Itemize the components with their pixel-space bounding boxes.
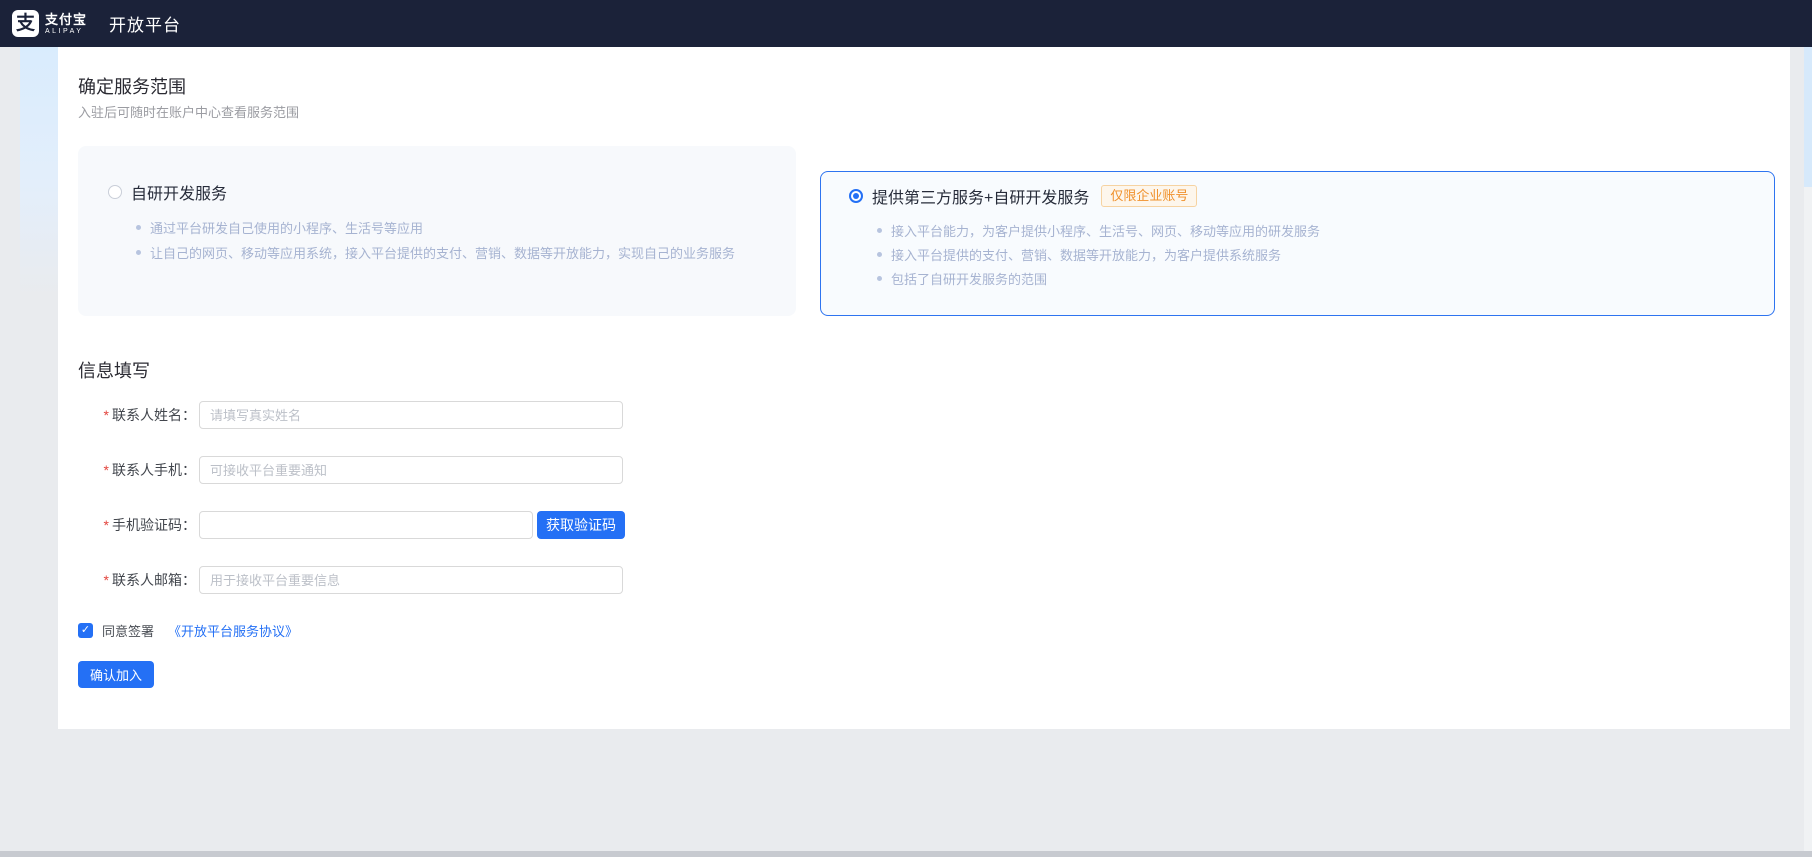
field-label: *联系人姓名： (78, 405, 196, 425)
alipay-logo[interactable]: 支 支付宝 ALIPAY (12, 10, 87, 37)
site-title: 开放平台 (109, 11, 181, 36)
get-sms-code-button[interactable]: 获取验证码 (537, 511, 625, 539)
service-scope-options: 自研开发服务 通过平台研发自己使用的小程序、生活号等应用 让自己的网页、移动等应… (78, 146, 1790, 316)
confirm-join-button[interactable]: 确认加入 (78, 661, 154, 688)
brand-name-cn: 支付宝 (45, 13, 87, 26)
option-bullet: 通过平台研发自己使用的小程序、生活号等应用 (136, 216, 776, 241)
agreement-row: ✓ 同意签署 《开放平台服务协议》 (78, 621, 1790, 640)
option-label: 自研开发服务 (131, 180, 227, 204)
service-agreement-link[interactable]: 《开放平台服务协议》 (168, 621, 298, 640)
form-row-email: *联系人邮箱： (78, 566, 1790, 594)
required-asterisk: * (104, 517, 109, 533)
field-label: *联系人手机： (78, 460, 196, 480)
option-bullet: 接入平台提供的支付、营销、数据等开放能力，为客户提供系统服务 (877, 244, 1754, 268)
contact-email-input[interactable] (199, 566, 623, 594)
option-card-third-party[interactable]: 提供第三方服务+自研开发服务 仅限企业账号 接入平台能力，为客户提供小程序、生活… (820, 171, 1775, 316)
required-asterisk: * (104, 407, 109, 423)
contact-form: *联系人姓名： *联系人手机： *手机验证码： 获取验证码 *联系人邮箱： ✓ (78, 401, 1790, 688)
check-icon: ✓ (81, 625, 90, 636)
agreement-text: 同意签署 (102, 621, 154, 640)
scrollbar-thumb[interactable] (1804, 47, 1812, 187)
option-bullet-list: 接入平台能力，为客户提供小程序、生活号、网页、移动等应用的研发服务 接入平台提供… (849, 220, 1754, 292)
radio-selected-icon[interactable] (849, 189, 863, 203)
bullet-dot-icon (877, 228, 882, 233)
form-row-phone: *联系人手机： (78, 456, 1790, 484)
page: 支 支付宝 ALIPAY 开放平台 确定服务范围 入驻后可随时在账户中心查看服务… (0, 0, 1812, 857)
option-bullet: 接入平台能力，为客户提供小程序、生活号、网页、移动等应用的研发服务 (877, 220, 1754, 244)
required-asterisk: * (104, 462, 109, 478)
option-header: 提供第三方服务+自研开发服务 仅限企业账号 (849, 184, 1754, 208)
service-scope-title: 确定服务范围 (78, 75, 1790, 99)
option-header: 自研开发服务 (108, 180, 776, 204)
field-label: *手机验证码： (78, 515, 196, 535)
background-decoration (20, 47, 58, 297)
option-bullet-list: 通过平台研发自己使用的小程序、生活号等应用 让自己的网页、移动等应用系统，接入平… (108, 216, 776, 266)
service-scope-subtitle: 入驻后可随时在账户中心查看服务范围 (78, 104, 1790, 122)
field-label: *联系人邮箱： (78, 570, 196, 590)
enterprise-only-badge: 仅限企业账号 (1101, 185, 1197, 207)
contact-name-input[interactable] (199, 401, 623, 429)
window-bottom-edge (0, 851, 1812, 857)
required-asterisk: * (104, 572, 109, 588)
option-label: 提供第三方服务+自研开发服务 (872, 184, 1089, 208)
option-card-self-dev[interactable]: 自研开发服务 通过平台研发自己使用的小程序、生活号等应用 让自己的网页、移动等应… (78, 146, 796, 316)
form-row-name: *联系人姓名： (78, 401, 1790, 429)
bullet-dot-icon (877, 276, 882, 281)
bullet-dot-icon (136, 250, 141, 255)
contact-phone-input[interactable] (199, 456, 623, 484)
scrollbar[interactable] (1804, 47, 1812, 857)
alipay-brand-text: 支付宝 ALIPAY (45, 13, 87, 35)
alipay-logo-glyph: 支 (16, 13, 35, 34)
form-row-sms-code: *手机验证码： 获取验证码 (78, 511, 1790, 539)
radio-unselected-icon[interactable] (108, 185, 122, 199)
form-section-title: 信息填写 (78, 359, 1790, 383)
sms-code-input[interactable] (199, 511, 533, 539)
agreement-checkbox[interactable]: ✓ (78, 623, 93, 638)
alipay-logo-icon: 支 (12, 10, 39, 37)
bullet-dot-icon (136, 225, 141, 230)
brand-name-en: ALIPAY (45, 28, 87, 35)
main-content: 确定服务范围 入驻后可随时在账户中心查看服务范围 自研开发服务 通过平台研发自己… (58, 47, 1790, 729)
option-bullet: 包括了自研开发服务的范围 (877, 268, 1754, 292)
bullet-dot-icon (877, 252, 882, 257)
header: 支 支付宝 ALIPAY 开放平台 (0, 0, 1812, 47)
option-bullet: 让自己的网页、移动等应用系统，接入平台提供的支付、营销、数据等开放能力，实现自己… (136, 241, 776, 266)
